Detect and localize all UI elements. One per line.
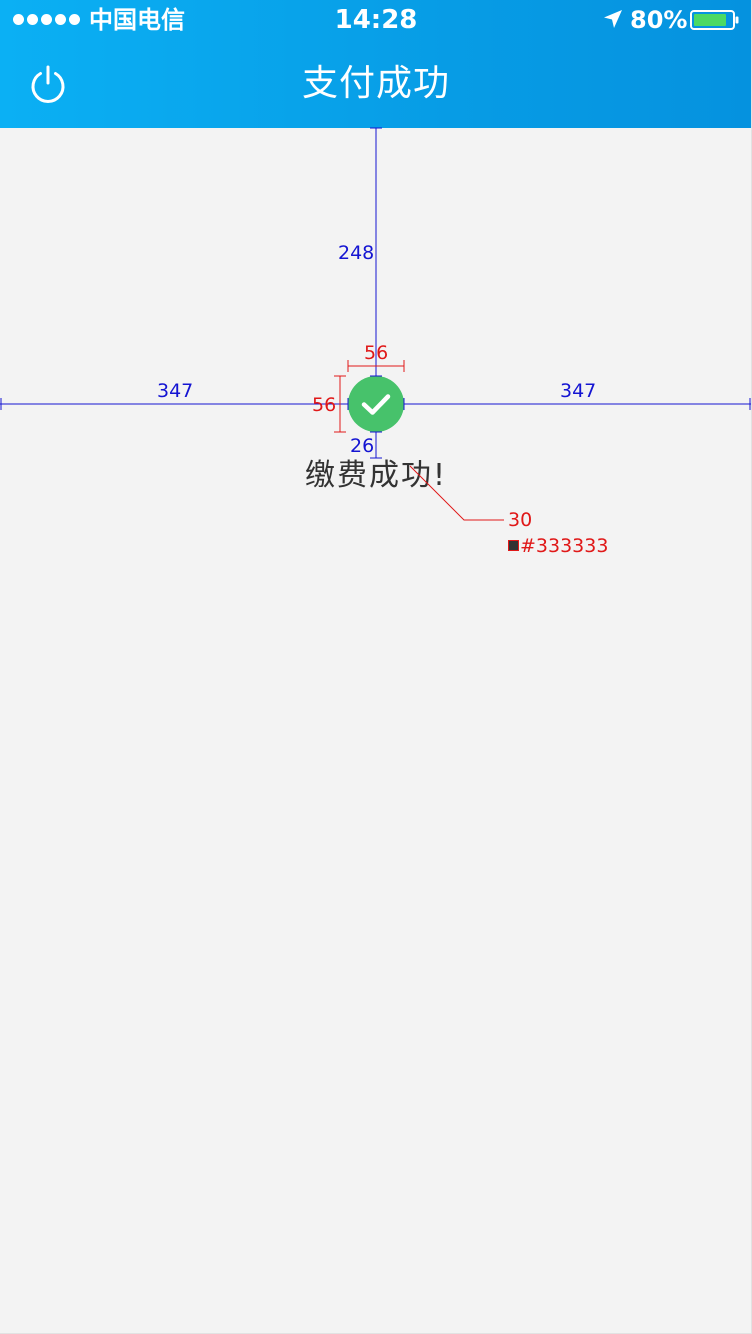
location-arrow-icon xyxy=(604,10,622,28)
annotation-text-color: #333333 xyxy=(520,535,609,557)
annotation-icon-width: 56 xyxy=(364,342,389,364)
payment-success-screen: 中国电信 14:28 80% 支付成功 缴费成功! 248 56 56 347 … xyxy=(0,0,752,1334)
design-annotations: 248 56 56 347 347 26 30 #333333 xyxy=(0,0,751,1333)
page-title: 支付成功 xyxy=(301,63,450,104)
annotation-icon-text-gap: 26 xyxy=(350,435,375,457)
annotation-font-size: 30 xyxy=(508,509,533,531)
battery-percentage: 80% xyxy=(630,6,688,34)
success-message: 缴费成功! xyxy=(304,458,448,493)
annotation-top-gap: 248 xyxy=(338,242,375,264)
header: 中国电信 14:28 80% 支付成功 xyxy=(0,0,751,128)
annotation-left-gap: 347 xyxy=(157,380,194,402)
battery-icon xyxy=(690,10,739,30)
checkmark-circle-icon xyxy=(348,376,404,432)
status-bar: 中国电信 14:28 80% xyxy=(0,0,751,40)
annotation-right-gap: 347 xyxy=(560,380,597,402)
annotation-lines xyxy=(0,127,751,521)
annotation-icon-height: 56 xyxy=(312,394,337,416)
color-swatch xyxy=(508,540,519,551)
